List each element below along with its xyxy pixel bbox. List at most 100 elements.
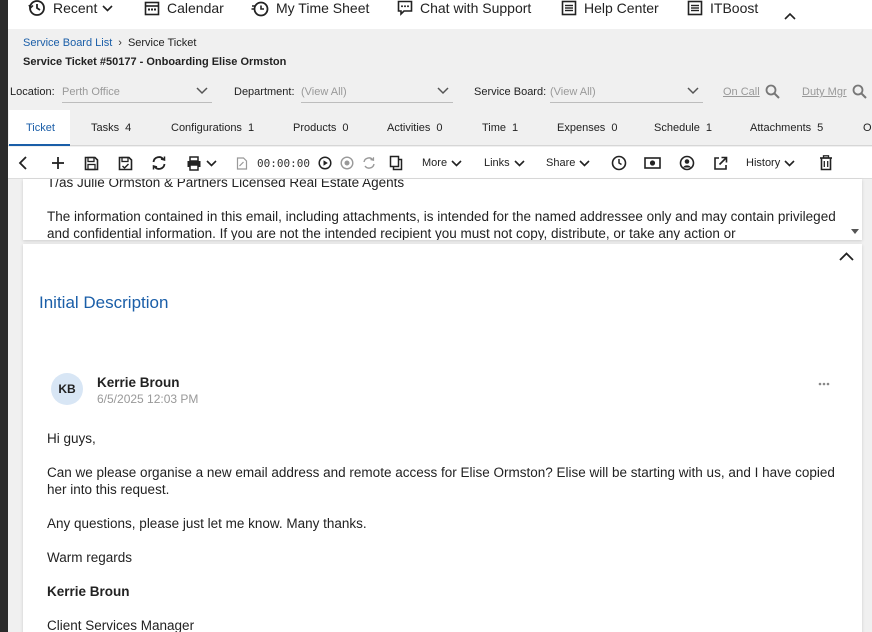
note-body: Hi guys, Can we please organise a new em… xyxy=(47,430,837,632)
tab-ticket[interactable]: Ticket xyxy=(9,110,70,146)
service-board-select[interactable]: (View All) xyxy=(550,81,703,103)
history-icon xyxy=(28,0,45,16)
open-external-button[interactable] xyxy=(713,155,728,171)
location-select[interactable]: Perth Office xyxy=(62,81,212,103)
save-and-close-button[interactable] xyxy=(118,155,133,171)
chevron-down-icon xyxy=(451,159,462,167)
ticket-tabs: Ticket Tasks 4 Configurations 1 Products 0 … xyxy=(8,110,872,146)
chevron-down-icon xyxy=(514,159,525,167)
department-value: (View All) xyxy=(301,86,347,98)
search-icon[interactable] xyxy=(852,84,867,99)
breadcrumb: Service Board List › Service Ticket xyxy=(23,37,196,49)
recent-label: Recent xyxy=(53,0,98,16)
chevron-down-icon xyxy=(196,87,208,95)
tab-expenses[interactable]: Expenses 0 xyxy=(557,110,617,146)
note-greeting: Hi guys, xyxy=(47,431,96,446)
chevron-left-icon xyxy=(18,156,27,170)
note-paragraph: Can we please organise a new email addre… xyxy=(47,465,835,497)
tab-attachments[interactable]: Attachments 5 xyxy=(750,110,823,146)
delete-button[interactable] xyxy=(819,155,833,171)
chat-support-link[interactable]: Chat with Support xyxy=(397,0,531,19)
reset-icon xyxy=(363,157,375,169)
service-board-label: Service Board: xyxy=(474,86,547,98)
refresh-button[interactable] xyxy=(151,155,167,171)
note-timestamp: 6/5/2025 12:03 PM xyxy=(97,392,199,406)
ticket-toolbar: 00:00:00 More Links Share History xyxy=(8,147,872,179)
save-button[interactable] xyxy=(84,155,99,171)
timer-stop-button[interactable] xyxy=(340,155,354,171)
department-select[interactable]: (View All) xyxy=(301,81,453,103)
recent-menu[interactable]: Recent xyxy=(28,0,113,19)
clock-icon xyxy=(611,155,627,171)
billing-button[interactable] xyxy=(644,155,661,171)
itboost-link[interactable]: ITBoost xyxy=(687,0,758,19)
copy-icon xyxy=(389,155,403,171)
service-board-value: (View All) xyxy=(550,86,596,98)
new-button[interactable] xyxy=(51,155,65,171)
share-menu[interactable]: Share xyxy=(546,155,590,171)
email-content-panel: T/as Julie Ormston & Partners Licensed R… xyxy=(23,179,862,240)
timer-start-button[interactable] xyxy=(318,155,332,171)
breadcrumb-current: Service Ticket xyxy=(127,37,197,49)
links-menu[interactable]: Links xyxy=(484,155,525,171)
breadcrumb-service-board-list[interactable]: Service Board List xyxy=(23,37,112,49)
chevron-down-icon xyxy=(687,87,699,95)
duty-mgr-link[interactable]: Duty Mgr xyxy=(802,86,847,98)
search-icon[interactable] xyxy=(765,84,780,99)
timer-display: 00:00:00 xyxy=(257,156,310,170)
contact-button[interactable] xyxy=(679,155,695,171)
save-close-icon xyxy=(118,156,133,170)
tab-products[interactable]: Products 0 xyxy=(293,110,349,146)
tab-activities[interactable]: Activities 0 xyxy=(387,110,443,146)
copy-button[interactable] xyxy=(389,155,403,171)
note-paragraph: Any questions, please just let me know. … xyxy=(47,516,367,531)
left-sidebar-strip xyxy=(0,0,8,632)
chevron-up-icon[interactable] xyxy=(784,12,796,20)
chevron-down-icon xyxy=(784,159,795,167)
email-disclaimer: The information contained in this email,… xyxy=(47,209,836,240)
list-icon xyxy=(687,0,703,16)
filter-bar: Location: Perth Office Department: (View… xyxy=(8,81,872,103)
record-icon xyxy=(340,156,354,170)
on-call-link[interactable]: On Call xyxy=(723,86,760,98)
time-sheet-link[interactable]: My Time Sheet xyxy=(251,0,369,19)
tab-tasks[interactable]: Tasks 4 xyxy=(91,110,131,146)
schedule-button[interactable] xyxy=(611,155,627,171)
history-menu[interactable]: History xyxy=(746,155,795,171)
plus-icon xyxy=(52,157,64,169)
tab-configurations[interactable]: Configurations 1 xyxy=(171,110,254,146)
section-title: Initial Description xyxy=(39,293,169,312)
more-menu[interactable]: More xyxy=(422,155,462,171)
help-center-link[interactable]: Help Center xyxy=(561,0,659,19)
chevron-down-icon xyxy=(437,87,449,95)
email-body: T/as Julie Ormston & Partners Licensed R… xyxy=(47,179,837,240)
calendar-icon xyxy=(144,1,160,16)
location-label: Location: xyxy=(10,86,55,98)
email-signature-line: T/as Julie Ormston & Partners Licensed R… xyxy=(47,179,405,190)
more-options-icon[interactable] xyxy=(818,382,830,386)
location-value: Perth Office xyxy=(62,86,120,98)
page-title: Service Ticket #50177 - Onboarding Elise… xyxy=(23,56,287,68)
tab-schedule[interactable]: Schedule 1 xyxy=(654,110,712,146)
tab-time[interactable]: Time 1 xyxy=(482,110,518,146)
chat-support-label: Chat with Support xyxy=(420,0,532,16)
edit-document-icon xyxy=(236,156,248,170)
play-icon xyxy=(318,156,332,170)
initial-description-panel: Initial Description KB Kerrie Broun 6/5/… xyxy=(23,244,862,632)
scroll-down-icon[interactable] xyxy=(851,229,859,234)
note-author: Kerrie Broun xyxy=(97,375,180,390)
list-icon xyxy=(561,0,577,16)
avatar: KB xyxy=(51,373,83,405)
chevron-up-icon[interactable] xyxy=(839,252,854,261)
calendar-link[interactable]: Calendar xyxy=(144,0,224,19)
refresh-icon xyxy=(152,156,166,170)
back-button[interactable] xyxy=(18,155,28,171)
timer-reset-button[interactable] xyxy=(362,155,376,171)
chat-icon xyxy=(397,0,413,16)
time-entry-icon[interactable] xyxy=(236,155,248,171)
print-menu[interactable] xyxy=(186,155,217,171)
save-icon xyxy=(84,156,99,170)
department-label: Department: xyxy=(234,86,295,98)
trash-icon xyxy=(820,155,832,171)
tab-overflow[interactable]: O xyxy=(863,110,872,146)
